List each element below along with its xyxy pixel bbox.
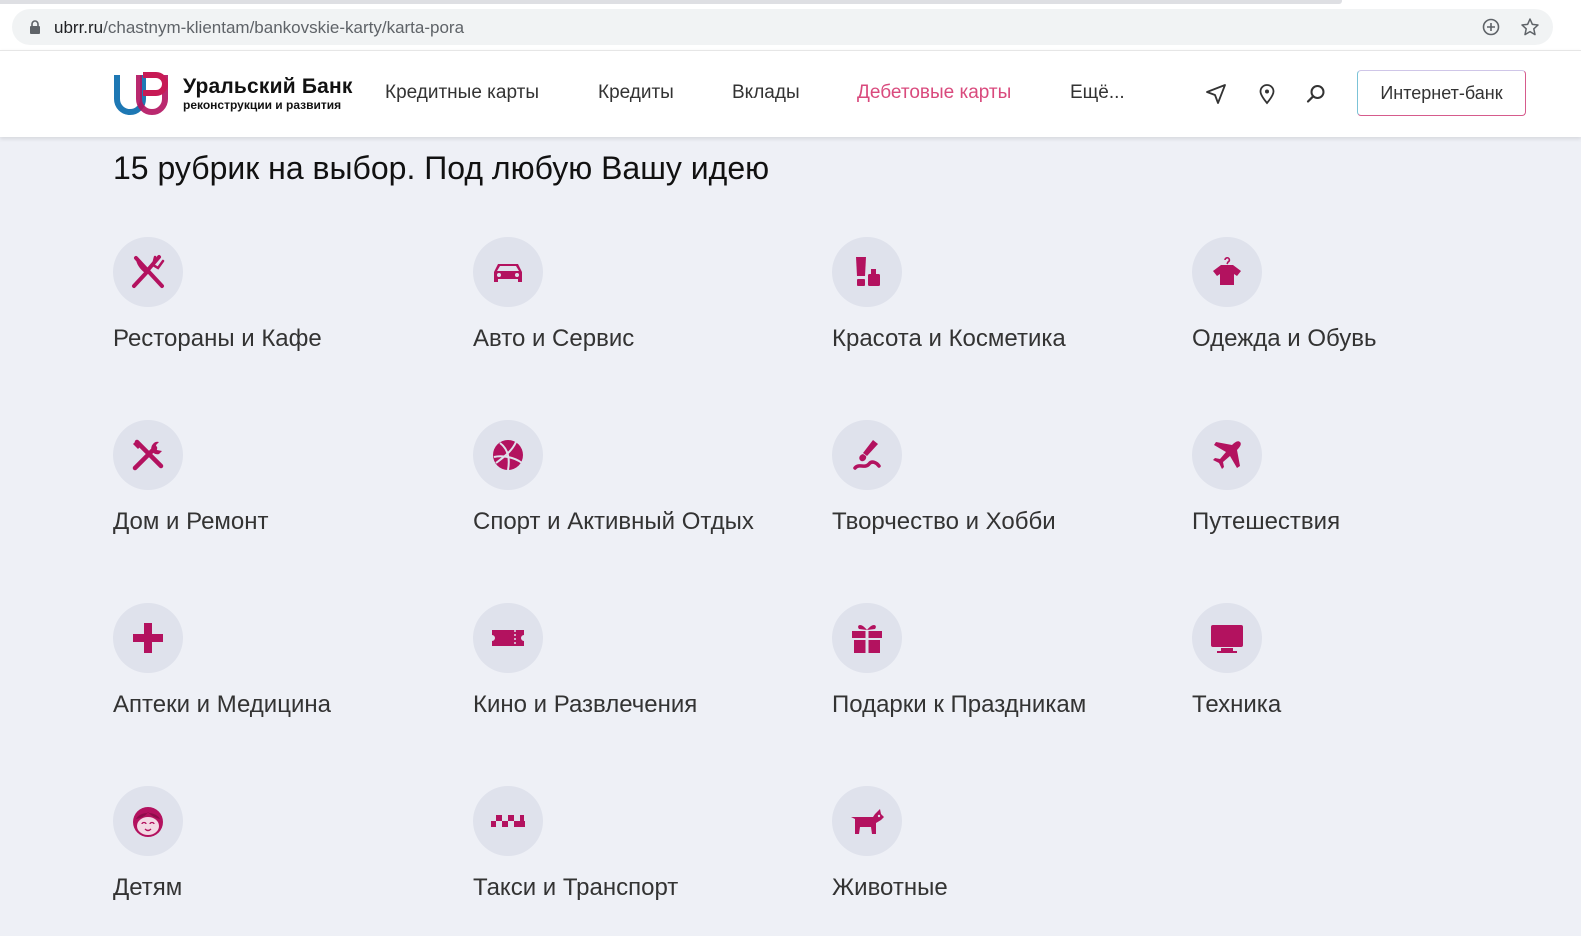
category-label: Аптеки и Медицина (113, 691, 331, 718)
category-icon-wrap (473, 786, 543, 856)
category-clothes[interactable]: Одежда и Обувь (1192, 237, 1532, 377)
category-restaurants[interactable]: Рестораны и Кафе (113, 237, 453, 377)
monitor-icon (1211, 625, 1243, 653)
category-sport[interactable]: Спорт и Активный Отдых (473, 420, 813, 560)
category-auto[interactable]: Авто и Сервис (473, 237, 813, 377)
category-label: Путешествия (1192, 508, 1341, 535)
category-taxi[interactable]: Такси и Транспорт (473, 786, 813, 926)
car-icon (494, 264, 522, 282)
taxi-checker-icon (491, 815, 525, 827)
category-pharmacy[interactable]: Аптеки и Медицина (113, 603, 453, 743)
ball-icon (493, 440, 523, 471)
category-icon-wrap (1192, 603, 1262, 673)
category-icon-wrap (113, 420, 183, 490)
category-label: Кино и Развлечения (473, 691, 698, 718)
category-travel[interactable]: Путешествия (1192, 420, 1532, 560)
category-label: Дом и Ремонт (113, 508, 269, 535)
category-icon-wrap (473, 237, 543, 307)
fork-knife-icon (132, 255, 165, 288)
category-label: Рестораны и Кафе (113, 325, 322, 352)
airplane-icon (1213, 441, 1241, 469)
logo-subtitle[interactable]: реконструкции и развития (183, 98, 341, 112)
category-label: Авто и Сервис (473, 325, 635, 352)
lock-icon[interactable] (29, 20, 41, 34)
browser-toolbar: ubrr.ru/chastnym-klientam/bankovskie-kar… (0, 0, 1581, 50)
url-text[interactable]: ubrr.ru/chastnym-klientam/bankovskie-kar… (54, 18, 464, 38)
category-label: Творчество и Хобби (832, 508, 1056, 535)
internet-bank-button[interactable]: Интернет-банк (1357, 70, 1526, 116)
tools-icon (132, 439, 164, 471)
location-pin-icon[interactable] (1256, 83, 1278, 105)
category-hobby[interactable]: Творчество и Хобби (832, 420, 1172, 560)
navigation-arrow-icon[interactable] (1205, 83, 1227, 105)
url-domain: ubrr.ru (54, 18, 104, 37)
category-electronics[interactable]: Техника (1192, 603, 1532, 743)
nav-more[interactable]: Ещё... (1070, 82, 1125, 104)
add-circle-icon[interactable] (1481, 17, 1501, 37)
category-label: Одежда и Обувь (1192, 325, 1377, 352)
nav-debit-cards[interactable]: Дебетовые карты (857, 82, 1011, 104)
search-icon[interactable] (1305, 83, 1327, 105)
logo-title[interactable]: Уральский Банк (183, 75, 353, 99)
nav-deposits[interactable]: Вклады (732, 82, 800, 104)
category-icon-wrap (832, 786, 902, 856)
category-cinema[interactable]: Кино и Развлечения (473, 603, 813, 743)
category-label: Техника (1192, 691, 1282, 718)
category-icon-wrap (832, 420, 902, 490)
category-icon-wrap (832, 237, 902, 307)
bank-logo-icon[interactable] (112, 71, 170, 117)
page-load-progress (0, 0, 1342, 4)
category-icon-wrap (113, 786, 183, 856)
star-icon[interactable] (1520, 17, 1540, 37)
category-icon-wrap (473, 603, 543, 673)
url-path: /chastnym-klientam/bankovskie-karty/kart… (103, 18, 465, 37)
shirt-hanger-icon (1213, 256, 1241, 285)
category-icon-wrap (113, 237, 183, 307)
category-icon-wrap (1192, 237, 1262, 307)
category-home-repair[interactable]: Дом и Ремонт (113, 420, 453, 560)
category-label: Подарки к Праздникам (832, 691, 1087, 718)
category-label: Красота и Косметика (832, 325, 1066, 352)
category-label: Детям (113, 874, 183, 901)
category-label: Такси и Транспорт (473, 874, 679, 901)
ticket-icon (492, 630, 524, 646)
site-header: Уральский Банк реконструкции и развития … (0, 50, 1581, 137)
category-icon-wrap (473, 420, 543, 490)
address-bar[interactable]: ubrr.ru/chastnym-klientam/bankovskie-kar… (12, 9, 1553, 45)
category-icon-wrap (832, 603, 902, 673)
category-animals[interactable]: Животные (832, 786, 1172, 926)
category-icon-wrap (113, 603, 183, 673)
child-face-icon (133, 807, 163, 837)
category-label: Спорт и Активный Отдых (473, 508, 754, 535)
category-beauty[interactable]: Красота и Косметика (832, 237, 1172, 377)
section-title: 15 рубрик на выбор. Под любую Вашу идею (113, 150, 770, 186)
category-icon-wrap (1192, 420, 1262, 490)
nav-credits[interactable]: Кредиты (598, 82, 674, 104)
medical-cross-icon (133, 623, 163, 653)
dog-icon (851, 809, 884, 834)
cosmetics-icon (856, 257, 880, 286)
category-label: Животные (832, 874, 948, 901)
category-gifts[interactable]: Подарки к Праздникам (832, 603, 1172, 743)
brush-icon (853, 440, 881, 470)
gift-icon (852, 624, 882, 653)
nav-credit-cards[interactable]: Кредитные карты (385, 82, 539, 104)
category-kids[interactable]: Детям (113, 786, 453, 926)
